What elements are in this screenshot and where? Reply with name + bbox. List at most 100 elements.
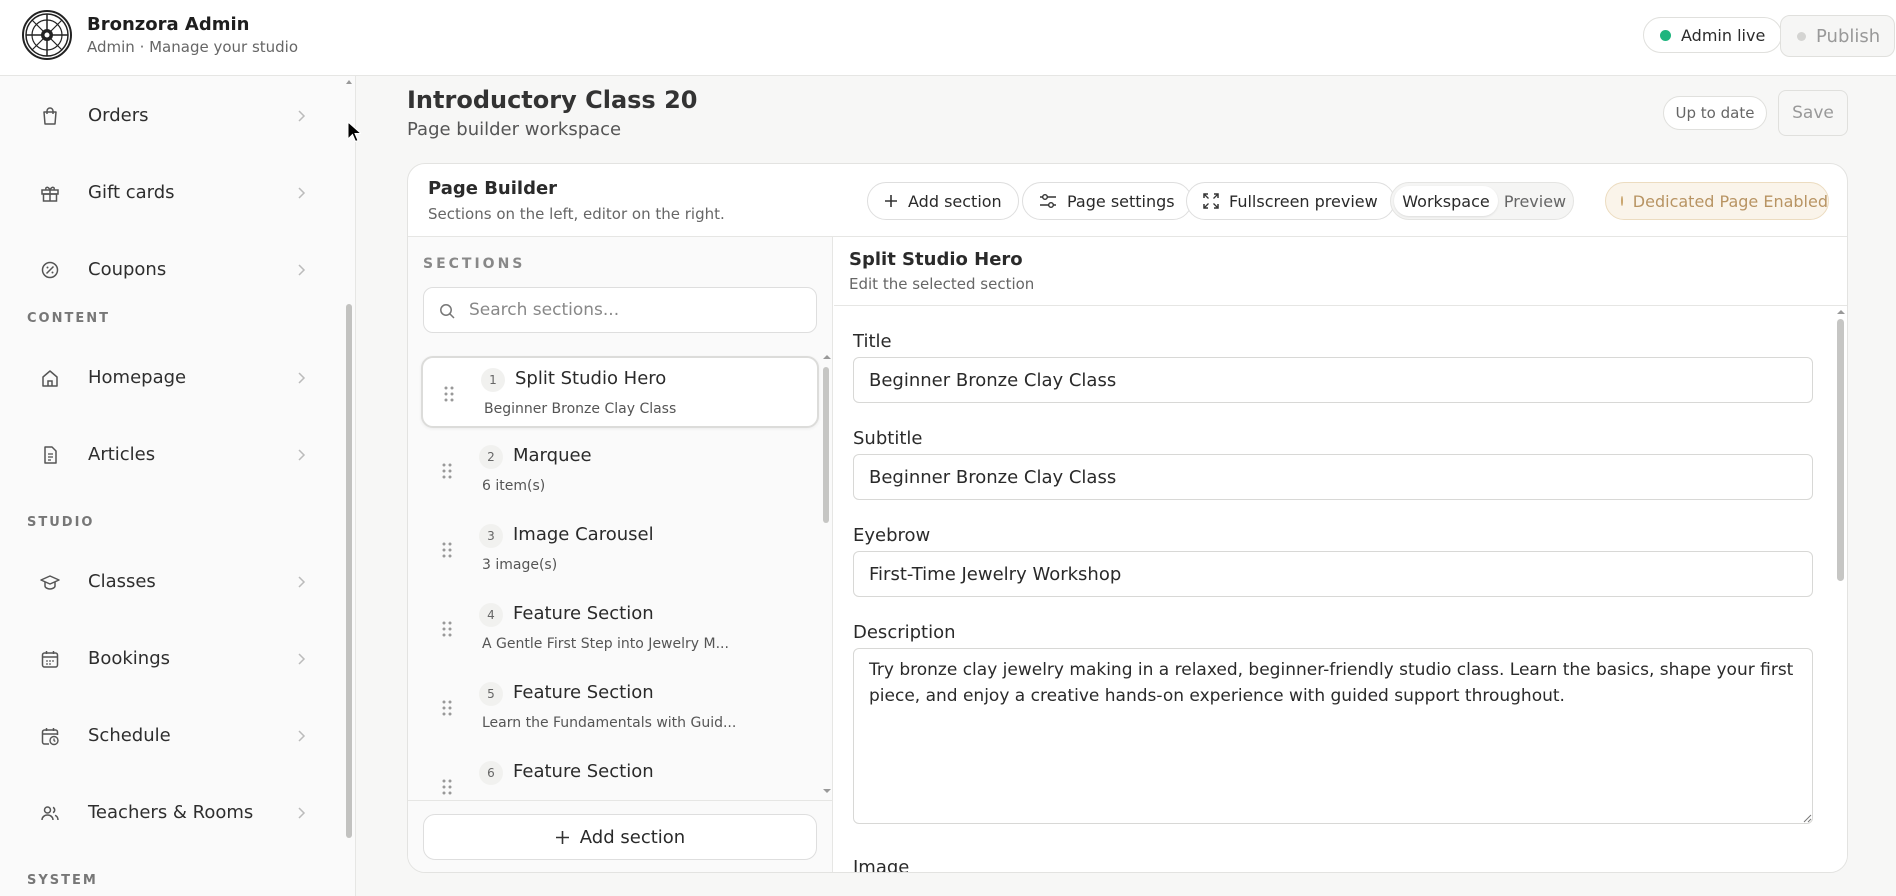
brand-logo[interactable] [22, 10, 72, 60]
section-name: Feature Section [513, 682, 654, 703]
sidebar-scroll-thumb[interactable] [346, 304, 352, 838]
section-meta: 3 image(s) [482, 557, 558, 573]
sections-divider [408, 800, 833, 801]
drag-handle-icon[interactable] [441, 620, 453, 638]
title-input[interactable]: Beginner Bronze Clay Class [853, 357, 1813, 403]
sidebar-item-orders[interactable]: Orders [0, 94, 330, 138]
section-item-4[interactable]: 4 Feature Section A Gentle First Step in… [421, 593, 819, 665]
chevron-right-icon [298, 807, 306, 819]
publish-dot-icon [1797, 31, 1806, 41]
section-number: 4 [479, 603, 503, 627]
sections-heading: SECTIONS [423, 256, 526, 272]
sidebar-item-coupons[interactable]: Coupons [0, 248, 330, 292]
scroll-up-icon[interactable] [822, 353, 832, 361]
section-item-6[interactable]: 6 Feature Section [421, 751, 819, 795]
sidebar-item-homepage[interactable]: Homepage [0, 356, 330, 400]
section-search[interactable]: Search sections... [423, 287, 817, 333]
search-icon [440, 304, 455, 319]
drag-handle-icon[interactable] [443, 385, 455, 403]
chevron-right-icon [298, 187, 306, 199]
search-input[interactable]: Search sections... [469, 300, 619, 320]
sections-scroll-thumb[interactable] [823, 367, 829, 523]
save-button[interactable]: Save [1778, 90, 1848, 136]
section-number: 5 [479, 682, 503, 706]
brand-subtitle: Admin · Manage your studio [87, 38, 299, 56]
subtitle-input[interactable]: Beginner Bronze Clay Class [853, 454, 1813, 500]
save-status-badge: Up to date [1663, 96, 1767, 130]
chevron-right-icon [298, 372, 306, 384]
logo-emblem-icon [25, 13, 69, 57]
section-meta: A Gentle First Step into Jewelry M... [482, 636, 729, 652]
section-item-1[interactable]: 1 Split Studio Hero Beginner Bronze Clay… [421, 356, 819, 428]
sidebar-item-bookings[interactable]: Bookings [0, 637, 330, 681]
tab-workspace[interactable]: Workspace [1394, 186, 1498, 216]
admin-live-label: Admin live [1681, 25, 1766, 45]
brand-title: Bronzora Admin [87, 14, 250, 35]
drag-handle-icon[interactable] [441, 699, 453, 717]
sidebar-item-schedule[interactable]: Schedule [0, 714, 330, 758]
chevron-right-icon [298, 449, 306, 461]
home-icon [42, 370, 58, 387]
dedicated-page-label: Dedicated Page Enabled [1632, 191, 1828, 211]
plus-icon [555, 830, 569, 844]
top-bar: Bronzora Admin Admin · Manage your studi… [0, 0, 1896, 76]
sidebar-item-label: Articles [88, 444, 156, 465]
drag-handle-icon[interactable] [441, 541, 453, 559]
chevron-right-icon [298, 653, 306, 665]
admin-live-status: Admin live [1643, 17, 1783, 53]
sections-list: 1 Split Studio Hero Beginner Bronze Clay… [408, 353, 833, 795]
description-field-label: Description [853, 622, 956, 643]
section-number: 6 [479, 761, 503, 785]
section-number: 1 [481, 368, 505, 392]
add-section-bottom-label: Add section [579, 826, 686, 848]
mouse-cursor-icon [347, 121, 361, 143]
plus-icon [885, 195, 897, 207]
sidebar-item-label: Schedule [88, 725, 171, 746]
page-settings-button[interactable]: Page settings [1022, 182, 1192, 220]
section-name: Feature Section [513, 603, 654, 624]
fullscreen-preview-label: Fullscreen preview [1229, 191, 1378, 211]
drag-handle-icon[interactable] [441, 778, 453, 795]
sidebar-item-label: Homepage [88, 367, 187, 388]
editor-scroll-thumb[interactable] [1837, 319, 1844, 581]
sidebar-item-articles[interactable]: Articles [0, 433, 330, 477]
users-icon [41, 806, 59, 821]
tab-preview[interactable]: Preview [1499, 186, 1571, 216]
fullscreen-preview-button[interactable]: Fullscreen preview [1186, 182, 1395, 220]
image-field-label: Image [853, 857, 910, 873]
sections-panel: SECTIONS Search sections... 1 Split Stud… [408, 237, 833, 872]
eyebrow-input[interactable]: First-Time Jewelry Workshop [853, 551, 1813, 597]
live-dot-icon [1660, 29, 1671, 41]
sidebar-item-gift-cards[interactable]: Gift cards [0, 171, 330, 215]
sidebar-item-label: Coupons [88, 259, 167, 280]
section-number: 2 [479, 445, 503, 469]
description-textarea[interactable]: Try bronze clay jewelry making in a rela… [853, 648, 1813, 824]
section-item-5[interactable]: 5 Feature Section Learn the Fundamentals… [421, 672, 819, 744]
subtitle-field-label: Subtitle [853, 428, 923, 449]
add-section-bottom-button[interactable]: Add section [423, 814, 817, 860]
section-name: Image Carousel [513, 524, 654, 545]
section-name: Marquee [513, 445, 592, 466]
section-name: Split Studio Hero [515, 368, 667, 389]
section-editor: Split Studio Hero Edit the selected sect… [834, 237, 1847, 873]
sidebar: Orders Gift cards Coupons CONTENT Homepa… [0, 76, 356, 896]
document-icon [44, 446, 57, 464]
page-subtitle: Page builder workspace [407, 119, 622, 140]
nav-group-content: CONTENT [27, 311, 110, 326]
graduation-cap-icon [40, 575, 60, 590]
sidebar-item-classes[interactable]: Classes [0, 560, 330, 604]
sidebar-item-label: Bookings [88, 648, 171, 669]
sidebar-item-teachers-rooms[interactable]: Teachers & Rooms [0, 791, 330, 835]
add-section-button[interactable]: Add section [867, 182, 1019, 220]
section-item-3[interactable]: 3 Image Carousel 3 image(s) [421, 514, 819, 586]
section-item-2[interactable]: 2 Marquee 6 item(s) [421, 435, 819, 507]
scroll-up-icon[interactable] [1836, 308, 1846, 316]
resize-handle-icon[interactable] [1802, 813, 1812, 823]
publish-button[interactable]: Publish [1780, 15, 1896, 57]
drag-handle-icon[interactable] [441, 462, 453, 480]
expand-icon [1203, 193, 1219, 209]
gift-icon [41, 186, 59, 202]
scroll-up-icon[interactable] [345, 78, 353, 86]
scroll-down-icon[interactable] [822, 787, 832, 795]
page-builder-card: Page Builder Sections on the left, edito… [407, 163, 1848, 873]
